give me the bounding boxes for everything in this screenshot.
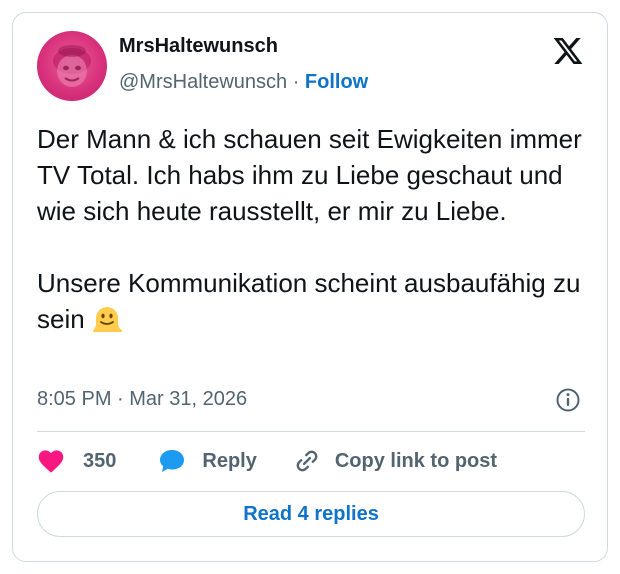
- post-paragraph: Der Mann & ich schauen seit Ewigkeiten i…: [37, 124, 582, 226]
- handle[interactable]: @MrsHaltewunsch: [119, 71, 287, 93]
- display-name[interactable]: MrsHaltewunsch: [119, 35, 278, 58]
- melting-face-emoji: [91, 302, 123, 343]
- avatar-image: [53, 45, 91, 87]
- reply-label: Reply: [202, 449, 257, 472]
- post-text: Der Mann & ich schauen seit Ewigkeiten i…: [37, 121, 597, 343]
- read-replies-button[interactable]: Read 4 replies: [37, 491, 585, 537]
- handle-row: @MrsHaltewunsch · Follow: [119, 71, 368, 94]
- follow-button[interactable]: Follow: [305, 71, 368, 93]
- like-button[interactable]: 350: [37, 448, 116, 474]
- reply-button[interactable]: Reply: [158, 448, 257, 474]
- link-icon: [296, 450, 318, 472]
- post-paragraph-2: Unsere Kommunikation scheint ausbaufähig…: [37, 265, 597, 343]
- like-count: 350: [83, 449, 117, 472]
- copy-link-label: Copy link to post: [334, 449, 498, 472]
- timestamp[interactable]: 8:05 PM · Mar 31, 2026: [37, 388, 247, 411]
- copy-link-button[interactable]: Copy link to post: [293, 447, 497, 475]
- heart-icon: [38, 450, 64, 473]
- separator-dot: ·: [292, 71, 300, 93]
- post-card: MrsHaltewunsch @MrsHaltewunsch · Follow …: [12, 12, 608, 562]
- info-icon[interactable]: [555, 387, 581, 413]
- action-bar: 350 Reply Copy link to post: [37, 445, 497, 477]
- divider: [37, 431, 585, 432]
- x-logo-icon[interactable]: [551, 35, 585, 67]
- avatar[interactable]: [37, 31, 107, 101]
- reply-bubble-icon: [160, 450, 185, 472]
